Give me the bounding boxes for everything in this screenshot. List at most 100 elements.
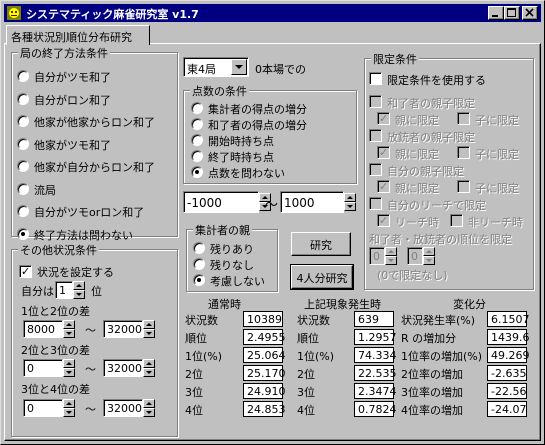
- tab-rank-distribution[interactable]: 各種状況別順位分布研究: [6, 25, 150, 45]
- maximize-button[interactable]: [504, 6, 520, 20]
- event-value-field[interactable]: 2.3474: [354, 383, 397, 399]
- research-button[interactable]: 研究: [291, 232, 351, 256]
- normal-value-field[interactable]: 24.910: [243, 383, 286, 399]
- normal-row-label: 状況数: [185, 314, 218, 327]
- dealin-child-only-checkbox[interactable]: [457, 146, 470, 159]
- score-min-input[interactable]: -1000: [183, 191, 259, 213]
- end-condition-option-label: 終了方法は問わない: [34, 228, 133, 242]
- end-condition-radio-4[interactable]: [17, 137, 29, 150]
- event-row-label: 3位: [297, 386, 315, 399]
- winner-parent-only-checkbox[interactable]: [377, 112, 390, 125]
- normal-value-field[interactable]: 24.853: [243, 401, 286, 417]
- riichi-on-checkbox[interactable]: [377, 214, 390, 227]
- end-condition-radio-2[interactable]: [17, 92, 29, 105]
- close-button[interactable]: [522, 6, 538, 20]
- change-row-label: 1位率の増加(%): [401, 350, 483, 363]
- diff34-label: 3位と4位の差: [21, 383, 90, 396]
- normal-value-field[interactable]: 25.064: [243, 347, 286, 363]
- self-rank-spinner[interactable]: [73, 281, 85, 299]
- diff34-max-input[interactable]: 32000: [103, 399, 143, 417]
- event-value-field[interactable]: 74.334: [354, 347, 397, 363]
- end-condition-option-label: 他家がツモ和了: [34, 138, 111, 152]
- event-value-field[interactable]: 22.535: [354, 365, 397, 381]
- end-condition-radio-8[interactable]: [17, 227, 29, 240]
- own-parent-only-label: 親に限定: [395, 182, 439, 195]
- diff12-max-input[interactable]: 32000: [103, 320, 143, 338]
- diff34-min-input[interactable]: 0: [23, 399, 63, 417]
- rank-winner-input[interactable]: 0: [369, 247, 385, 265]
- diff12-max-spinner[interactable]: [143, 320, 155, 338]
- score-condition-radio-5[interactable]: [191, 166, 203, 178]
- use-limits-checkbox[interactable]: [369, 72, 382, 85]
- own-child-only-label: 子に限定: [475, 182, 519, 195]
- change-row-label: 4位率の増加: [401, 404, 463, 417]
- score-condition-radio-2[interactable]: [191, 118, 203, 130]
- score-condition-option-label: 和了者の得点の増分: [208, 119, 307, 132]
- diff23-max-input[interactable]: 32000: [103, 359, 143, 377]
- normal-value-field[interactable]: 25.170: [243, 365, 286, 381]
- use-conditions-checkbox[interactable]: [19, 265, 32, 278]
- rank-dealin-input[interactable]: 0: [407, 247, 423, 265]
- event-value-field[interactable]: 639: [354, 311, 394, 327]
- riichi-off-checkbox[interactable]: [450, 214, 463, 227]
- diff23-min-spinner[interactable]: [63, 359, 75, 377]
- normal-row-label: 4位: [185, 404, 203, 417]
- score-condition-radio-4[interactable]: [191, 150, 203, 162]
- winner-parent-checkbox[interactable]: [369, 95, 382, 108]
- winner-child-only-checkbox[interactable]: [457, 112, 470, 125]
- end-condition-legend: 局の終了方法条件: [18, 45, 110, 61]
- diff12-min-spinner[interactable]: [63, 320, 75, 338]
- score-condition-radio-1[interactable]: [191, 102, 203, 114]
- normal-value-field[interactable]: 2.4955: [243, 329, 286, 345]
- honba-label: 0本場での: [255, 63, 306, 76]
- riichi-limit-checkbox[interactable]: [369, 197, 382, 210]
- diff12-min-input[interactable]: 8000: [23, 320, 63, 338]
- change-value-field[interactable]: 1439.6: [487, 329, 530, 345]
- change-value-field[interactable]: -2.635: [487, 365, 527, 381]
- diff23-min-input[interactable]: 0: [23, 359, 63, 377]
- change-row-label: R の増加分: [401, 332, 457, 345]
- end-condition-option-label: 他家が自分からロン和了: [34, 161, 155, 174]
- diff34-max-spinner[interactable]: [143, 399, 155, 417]
- rank-dealin-spinner[interactable]: [423, 247, 435, 265]
- event-row-label: 順位: [297, 332, 319, 345]
- dealin-parent-checkbox[interactable]: [369, 129, 382, 142]
- dealer-radio-2[interactable]: [193, 258, 205, 270]
- event-value-field[interactable]: 1.2957: [354, 329, 397, 345]
- minimize-button[interactable]: [488, 6, 504, 20]
- dealer-radio-3[interactable]: [193, 274, 205, 286]
- end-condition-radio-6[interactable]: [17, 182, 29, 195]
- dealer-radio-1[interactable]: [193, 242, 205, 254]
- own-child-only-checkbox[interactable]: [457, 180, 470, 193]
- score-condition-radio-3[interactable]: [191, 134, 203, 146]
- end-condition-radio-3[interactable]: [17, 115, 29, 127]
- limits-legend: 限定条件: [371, 51, 419, 67]
- window-title: システマティック麻雀研究室 v1.7: [26, 8, 199, 21]
- change-value-field[interactable]: -22.56: [487, 383, 527, 399]
- own-parent-label: 自分の親子限定: [387, 165, 464, 178]
- change-value-field[interactable]: 49.269: [487, 347, 530, 363]
- end-condition-radio-5[interactable]: [17, 160, 29, 172]
- score-tilde: ～: [265, 198, 279, 213]
- change-value-field[interactable]: 6.1507: [487, 311, 530, 327]
- dealin-parent-only-checkbox[interactable]: [377, 146, 390, 159]
- event-value-field[interactable]: 0.7824: [354, 401, 397, 417]
- own-parent-only-checkbox[interactable]: [377, 180, 390, 193]
- title-bar[interactable]: システマティック麻雀研究室 v1.7: [4, 4, 541, 22]
- normal-value-field[interactable]: 10389: [243, 311, 283, 327]
- four-player-research-button[interactable]: 4人分研究: [290, 264, 354, 290]
- score-max-input[interactable]: 1000: [280, 191, 344, 213]
- self-rank-input[interactable]: 1: [55, 281, 73, 299]
- winner-parent-only-label: 親に限定: [395, 114, 439, 127]
- close-icon: [525, 8, 534, 17]
- end-condition-radio-7[interactable]: [17, 205, 29, 217]
- rank-winner-spinner[interactable]: [385, 247, 397, 265]
- score-max-spinner[interactable]: [344, 193, 356, 211]
- end-condition-radio-1[interactable]: [17, 70, 29, 82]
- diff34-min-spinner[interactable]: [63, 399, 75, 417]
- score-condition-option-label: 終了時持ち点: [208, 151, 274, 164]
- own-parent-checkbox[interactable]: [369, 163, 382, 176]
- change-value-field[interactable]: -24.07: [487, 401, 527, 417]
- diff23-max-spinner[interactable]: [143, 359, 155, 377]
- round-dropdown-button[interactable]: [231, 59, 247, 75]
